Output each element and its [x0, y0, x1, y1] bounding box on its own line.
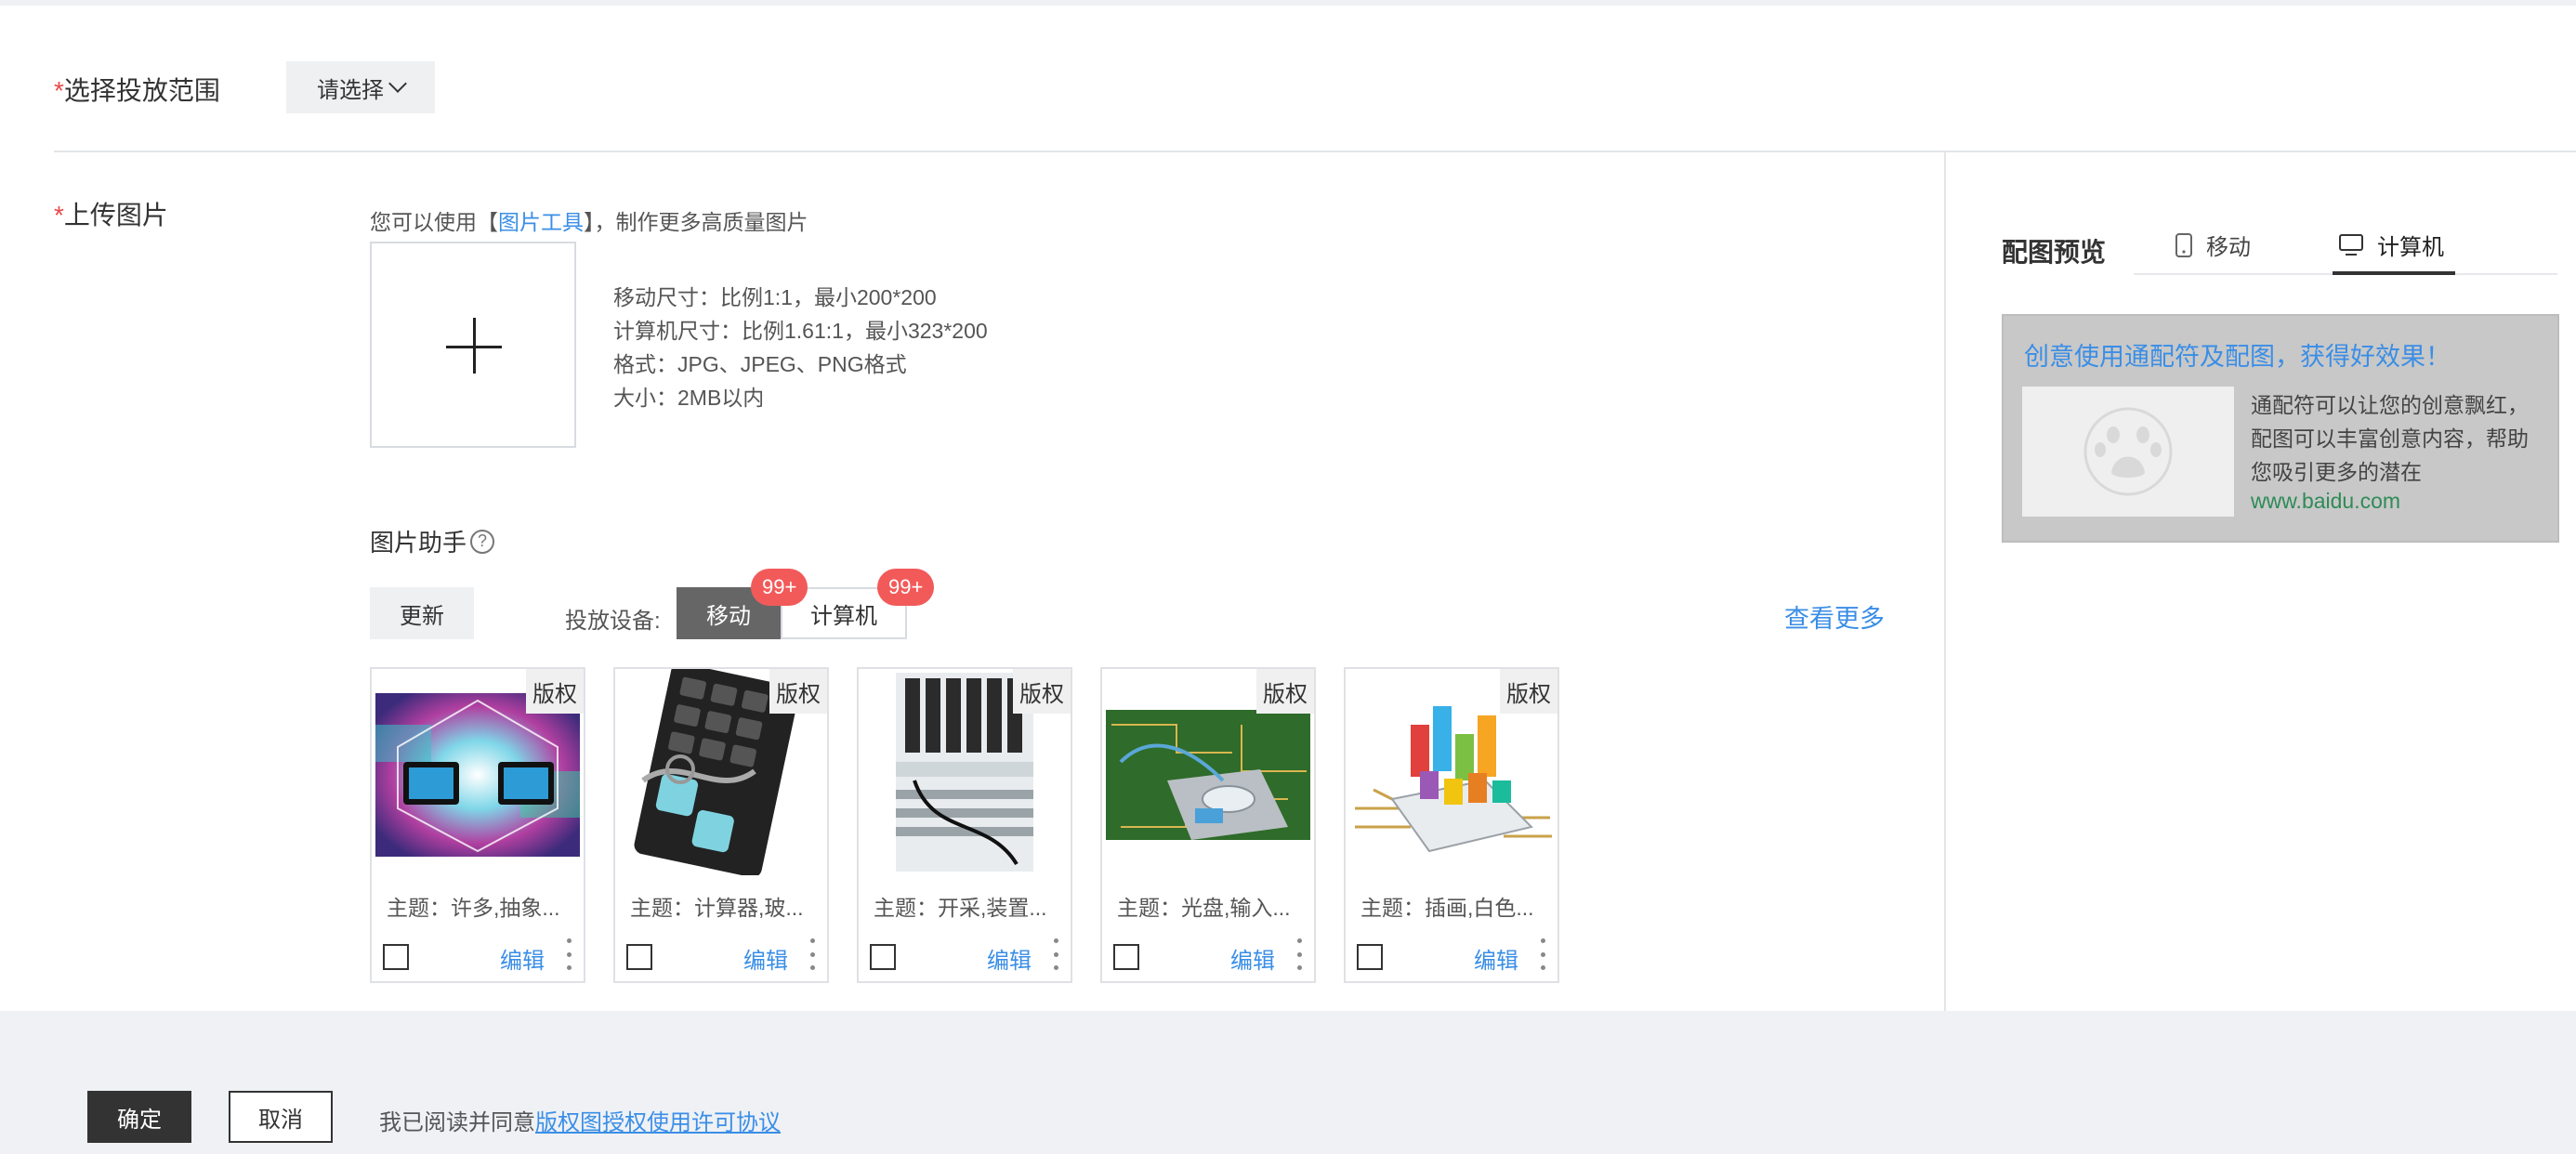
card-topic: 主题：计算器,玻...: [630, 896, 804, 920]
image-tool-link[interactable]: 图片工具: [498, 210, 584, 234]
more-options-icon[interactable]: [808, 938, 816, 970]
card-edit-link[interactable]: 编辑: [500, 942, 545, 975]
device-label: 投放设备:: [565, 609, 661, 634]
card-topic: 主题：光盘,输入...: [1117, 896, 1291, 920]
help-icon[interactable]: ?: [470, 529, 495, 554]
required-mark: *: [54, 201, 64, 229]
pc-count-badge: 99+: [877, 569, 935, 606]
card-checkbox[interactable]: [870, 944, 896, 970]
preview-url: www.baidu.com: [2251, 489, 2401, 513]
cancel-button[interactable]: 取消: [229, 1091, 333, 1143]
view-more-link[interactable]: 查看更多: [1784, 598, 1885, 635]
tab-pc[interactable]: 计算机: [2338, 229, 2444, 261]
scope-label-text: 选择投放范围: [63, 76, 220, 105]
active-tab-indicator: [2333, 271, 2455, 275]
copyright-tag: 版权: [1013, 669, 1071, 714]
card-edit-link[interactable]: 编辑: [743, 942, 788, 975]
card-topic: 主题：插画,白色...: [1360, 896, 1534, 920]
image-card[interactable]: 版权 主题：计算器,玻... 编辑: [613, 667, 829, 983]
spec-filesize: 大小：2MB以内: [613, 386, 765, 410]
copyright-tag: 版权: [769, 669, 827, 714]
tab-mobile-label: 移动: [2206, 235, 2251, 260]
card-checkbox[interactable]: [383, 944, 409, 970]
spec-pc-size: 计算机尺寸：比例1.61:1，最小323*200: [613, 319, 988, 343]
baidu-paw-icon: [2083, 407, 2173, 496]
upload-specs: 移动尺寸：比例1:1，最小200*200 计算机尺寸：比例1.61:1，最小32…: [613, 281, 988, 414]
license-agreement-link[interactable]: 版权图授权使用许可协议: [535, 1110, 781, 1135]
chevron-down-icon: [388, 74, 407, 93]
preview-thumbnail: [2022, 387, 2234, 517]
agreement-prefix: 我已阅读并同意: [379, 1110, 535, 1135]
divider: [54, 151, 2576, 152]
card-edit-link[interactable]: 编辑: [987, 942, 1032, 975]
required-mark: *: [54, 76, 64, 105]
monitor-icon: [2339, 233, 2363, 256]
upload-label: *上传图片: [54, 195, 168, 232]
mobile-count-badge: 99+: [751, 569, 808, 606]
image-card[interactable]: 版权 主题：许多,抽象... 编辑: [370, 667, 585, 983]
tab-mobile[interactable]: 移动: [2175, 229, 2251, 261]
more-options-icon[interactable]: [1295, 938, 1303, 970]
image-tool-hint: 您可以使用【图片工具】，制作更多高质量图片: [370, 204, 808, 236]
helper-title-text: 图片助手: [370, 529, 467, 557]
mobile-icon: [2175, 232, 2192, 257]
preview-headline: 创意使用通配符及配图，获得好效果！: [2024, 343, 2451, 371]
preview-body: 通配符可以让您的创意飘红，配图可以丰富创意内容，帮助您吸引更多的潜在: [2251, 393, 2529, 484]
spec-mobile-size: 移动尺寸：比例1:1，最小200*200: [613, 285, 937, 309]
refresh-button[interactable]: 更新: [370, 587, 474, 639]
copyright-tag: 版权: [1256, 669, 1314, 714]
image-card[interactable]: 版权 主题：光盘,输入... 编辑: [1100, 667, 1316, 983]
vertical-divider: [1944, 152, 1946, 1011]
copyright-tag: 版权: [526, 669, 584, 714]
ad-preview-card: 创意使用通配符及配图，获得好效果！ 通配符可以让您的创意飘红，配图可以丰富创意内…: [2002, 314, 2559, 543]
confirm-button[interactable]: 确定: [87, 1091, 191, 1143]
card-checkbox[interactable]: [1357, 944, 1383, 970]
copyright-tag: 版权: [1500, 669, 1557, 714]
more-options-icon[interactable]: [1539, 938, 1546, 970]
preview-title: 配图预览: [2002, 238, 2107, 267]
card-checkbox[interactable]: [626, 944, 652, 970]
card-topic: 主题：开采,装置...: [874, 896, 1047, 920]
scope-select-value: 请选择: [317, 77, 384, 103]
card-edit-link[interactable]: 编辑: [1474, 942, 1518, 975]
image-helper-title: 图片助手 ?: [370, 524, 495, 558]
image-card[interactable]: 版权 主题：开采,装置... 编辑: [857, 667, 1072, 983]
card-checkbox[interactable]: [1113, 944, 1139, 970]
scope-label: *选择投放范围: [54, 71, 220, 108]
more-options-icon[interactable]: [1052, 938, 1059, 970]
card-topic: 主题：许多,抽象...: [387, 896, 560, 920]
upload-image-button[interactable]: [370, 242, 576, 448]
tab-pc-label: 计算机: [2377, 235, 2444, 260]
plus-icon-stroke: [473, 318, 476, 374]
spec-format: 格式：JPG、JPEG、PNG格式: [613, 352, 907, 376]
image-card[interactable]: 版权 主题：插画,白色... 编辑: [1344, 667, 1559, 983]
upload-label-text: 上传图片: [63, 201, 168, 229]
scope-select[interactable]: 请选择: [286, 61, 435, 113]
hint-suffix: 】，制作更多高质量图片: [584, 210, 808, 234]
hint-prefix: 您可以使用【: [370, 210, 498, 234]
agreement-text: 我已阅读并同意版权图授权使用许可协议: [379, 1104, 781, 1136]
more-options-icon[interactable]: [565, 938, 572, 970]
card-edit-link[interactable]: 编辑: [1230, 942, 1275, 975]
